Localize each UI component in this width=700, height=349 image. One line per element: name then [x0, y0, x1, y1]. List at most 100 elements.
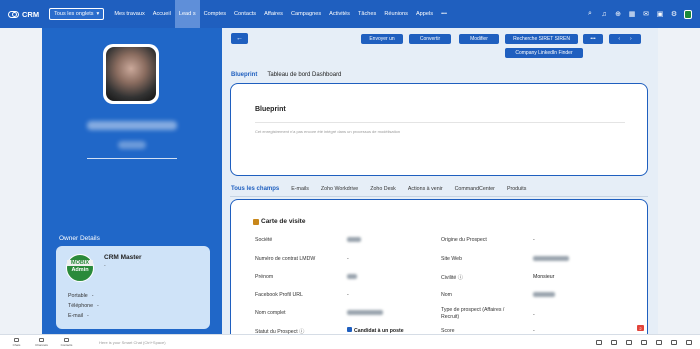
- all-tabs-dropdown[interactable]: Tous les onglets ▾: [49, 8, 105, 20]
- info-icon[interactable]: ⓘ: [458, 275, 463, 281]
- field-value-facebook[interactable]: -: [347, 292, 349, 298]
- nav-icons: ⌕ ♫ ⊕ ▦ ✉ ▣ ⚙: [586, 0, 692, 28]
- tab-activites[interactable]: Activités: [325, 0, 354, 28]
- convertir-button[interactable]: Convertir: [409, 34, 451, 44]
- field-value-site-web-redacted[interactable]: [533, 256, 569, 261]
- visit-card-title-text: Carte de visite: [261, 218, 306, 225]
- field-value-civilite[interactable]: Monsieur: [533, 274, 554, 280]
- gear-icon[interactable]: ⚙: [670, 10, 678, 18]
- divider: [87, 158, 177, 159]
- bell-icon[interactable]: [671, 340, 677, 345]
- recherche-siret-button[interactable]: Recherche SIRET SIREN: [505, 34, 578, 44]
- owner-name[interactable]: CRM Master: [104, 254, 142, 261]
- chevron-down-icon: ▾: [96, 11, 100, 17]
- visit-card: Carte de visite Société Numéro de contra…: [230, 199, 648, 339]
- top-nav: CRM Tous les onglets ▾ Mes travaux Accue…: [0, 0, 700, 28]
- tab-dashboard[interactable]: Tableau de bord Dashboard: [267, 72, 341, 78]
- tab-mes-travaux[interactable]: Mes travaux: [110, 0, 148, 28]
- divider: [255, 122, 625, 123]
- previous-record-icon[interactable]: ‹: [613, 36, 625, 42]
- tab-comptes[interactable]: Comptes: [200, 0, 230, 28]
- envoyer-button[interactable]: Envoyer un: [361, 34, 403, 44]
- tab-actions-a-venir[interactable]: Actions à venir: [408, 186, 443, 192]
- tab-zoho-workdrive[interactable]: Zoho Workdrive: [321, 186, 358, 192]
- field-value-nom-redacted[interactable]: [533, 292, 555, 297]
- owner-telephone: Téléphone -: [68, 303, 99, 309]
- tab-blueprint[interactable]: Blueprint: [231, 72, 257, 78]
- modifier-button[interactable]: Modifier: [459, 34, 499, 44]
- tab-emails[interactable]: E-mails: [291, 186, 309, 192]
- right-margin: [658, 28, 700, 334]
- linkedin-finder-button[interactable]: Company LinkedIn Finder: [505, 48, 583, 58]
- owner-telephone-label: Téléphone: [68, 303, 94, 309]
- field-label-numero-contrat: Numéro de contrat LMDW: [255, 256, 316, 262]
- owner-portable: Portable -: [68, 293, 94, 299]
- help-icon[interactable]: [686, 340, 692, 345]
- field-value-origine[interactable]: -: [533, 237, 535, 243]
- screen-icon[interactable]: [596, 340, 602, 345]
- field-value-statut[interactable]: Candidat à un poste: [347, 327, 404, 334]
- tab-accueil[interactable]: Accueil: [149, 0, 175, 28]
- tab-appels[interactable]: Appels: [412, 0, 437, 28]
- card-icon: [253, 218, 259, 225]
- field-label-prenom: Prénom: [255, 274, 274, 280]
- user-avatar[interactable]: [684, 9, 692, 19]
- bottom-chats[interactable]: Chats: [4, 337, 29, 347]
- blueprint-description: Cet enregistrement n'a pas encore été in…: [255, 129, 401, 134]
- crm-logo-icon: [8, 10, 19, 18]
- field-value-numero-contrat[interactable]: -: [347, 256, 349, 262]
- tab-leads[interactable]: Lead s: [174, 0, 200, 28]
- brand[interactable]: CRM: [8, 10, 39, 19]
- bell-icon[interactable]: ♫: [600, 10, 608, 18]
- bottom-channels-label: Channels: [35, 342, 48, 347]
- tab-contacts[interactable]: Contacts: [230, 0, 260, 28]
- owner-email-value: -: [87, 313, 89, 319]
- tab-produits[interactable]: Produits: [507, 186, 526, 192]
- field-label-civilite: Civilité ⓘ: [441, 274, 463, 281]
- owner-portable-value: -: [91, 293, 94, 299]
- owner-subtitle: -: [104, 263, 106, 269]
- owner-logo: MOBIX Admin: [66, 254, 94, 282]
- clock-icon[interactable]: [656, 340, 662, 345]
- phone-icon[interactable]: [626, 340, 632, 345]
- tab-commandcenter[interactable]: CommandCenter: [455, 186, 495, 192]
- field-value-nom-complet-redacted[interactable]: [347, 310, 383, 315]
- field-value-type-prospect[interactable]: -: [533, 312, 535, 318]
- field-value-societe-redacted[interactable]: [347, 237, 361, 242]
- profile-name-redacted: [87, 121, 177, 130]
- all-tabs-label: Tous les onglets: [54, 11, 94, 17]
- divider: [230, 196, 648, 197]
- tab-tous-les-champs[interactable]: Tous les champs: [231, 186, 279, 192]
- field-value-prenom-redacted[interactable]: [347, 274, 357, 279]
- calendar-icon[interactable]: ▦: [628, 10, 636, 18]
- tab-zoho-desk[interactable]: Zoho Desk: [370, 186, 396, 192]
- add-icon[interactable]: ⊕: [614, 10, 622, 18]
- chat-icon[interactable]: [641, 340, 647, 345]
- mail-icon[interactable]: [611, 340, 617, 345]
- more-actions-button[interactable]: •••: [583, 34, 603, 44]
- tab-affaires[interactable]: Affaires: [260, 0, 287, 28]
- field-label-facebook: Facebook Profil URL: [255, 292, 303, 298]
- status-icon: [347, 327, 352, 332]
- bottom-channels[interactable]: Channels: [29, 337, 54, 347]
- tab-campagnes[interactable]: Campagnes: [287, 0, 325, 28]
- owner-logo-line2: Admin: [71, 267, 89, 273]
- back-button[interactable]: ←: [231, 33, 248, 44]
- search-icon[interactable]: ⌕: [586, 10, 594, 18]
- main-tabs: Mes travaux Accueil Lead s Comptes Conta…: [110, 0, 451, 28]
- mail-icon[interactable]: ✉: [642, 10, 650, 18]
- bottom-chats-label: Chats: [12, 342, 21, 347]
- inbox-icon[interactable]: ▣: [656, 10, 664, 18]
- brand-label: CRM: [22, 9, 40, 19]
- next-record-icon[interactable]: ›: [625, 36, 637, 42]
- tab-reunions[interactable]: Réunions: [380, 0, 412, 28]
- chat-icon: [14, 337, 19, 342]
- notification-badge[interactable]: 2: [637, 325, 644, 331]
- profile-photo[interactable]: [103, 44, 159, 104]
- smart-chat-input[interactable]: Here is your Smart Chat (Ctrl+Space): [99, 340, 166, 345]
- detail-tabs: Tous les champs E-mails Zoho Workdrive Z…: [231, 186, 526, 192]
- tab-more[interactable]: •••: [437, 0, 451, 28]
- main-content: ← Envoyer un Convertir Modifier Recherch…: [222, 28, 658, 339]
- tab-taches[interactable]: Tâches: [354, 0, 380, 28]
- bottom-contacts[interactable]: Contacts: [54, 337, 79, 347]
